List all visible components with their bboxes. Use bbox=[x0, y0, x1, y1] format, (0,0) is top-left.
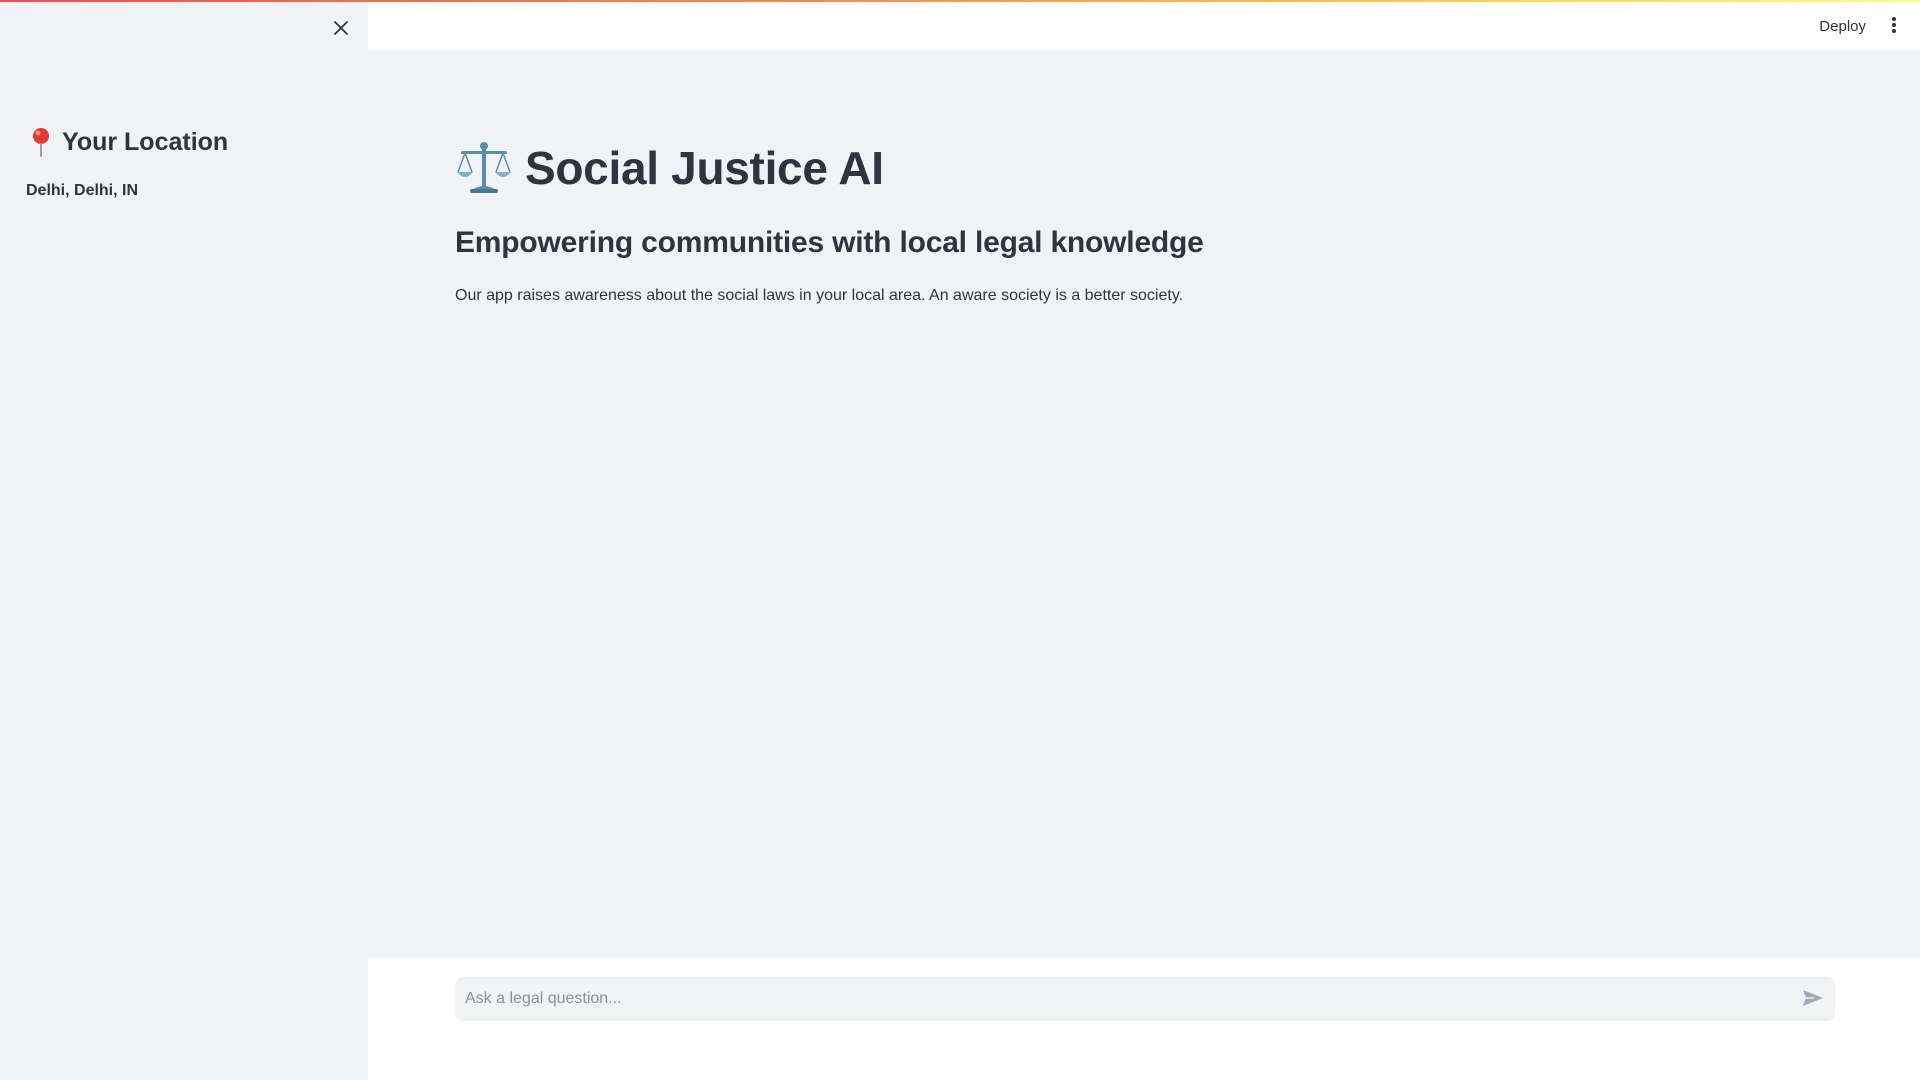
sidebar-heading-text: Your Location bbox=[62, 127, 229, 156]
main-menu-button[interactable] bbox=[1882, 12, 1906, 40]
chat-input-container bbox=[455, 977, 1835, 1021]
chat-input[interactable] bbox=[455, 977, 1791, 1021]
send-button[interactable] bbox=[1791, 977, 1835, 1021]
main-content: Social Justice AI Empowering communities… bbox=[368, 50, 1920, 958]
sidebar: Your Location Delhi, Delhi, IN bbox=[0, 0, 368, 1080]
page-description: Our app raises awareness about the socia… bbox=[455, 287, 1184, 304]
sidebar-heading: Your Location bbox=[26, 126, 228, 158]
page-title: Social Justice AI bbox=[455, 140, 884, 196]
deploy-button[interactable]: Deploy bbox=[1813, 12, 1872, 40]
vertical-dots-icon bbox=[1891, 16, 1897, 37]
location-value: Delhi, Delhi, IN bbox=[26, 182, 139, 199]
map-pin-icon bbox=[26, 126, 56, 158]
sidebar-close-button[interactable] bbox=[322, 14, 360, 44]
app-header: Deploy bbox=[368, 0, 1920, 50]
balance-scale-icon bbox=[455, 140, 513, 196]
send-icon bbox=[1802, 989, 1824, 1010]
page-title-text: Social Justice AI bbox=[525, 142, 884, 194]
top-decoration-bar bbox=[0, 0, 1920, 2]
close-icon bbox=[333, 20, 349, 39]
app-root: Your Location Delhi, Delhi, IN Deploy So… bbox=[0, 0, 1920, 1080]
page-subtitle: Empowering communities with local legal … bbox=[455, 226, 1204, 259]
chat-input-bar bbox=[368, 958, 1920, 1080]
